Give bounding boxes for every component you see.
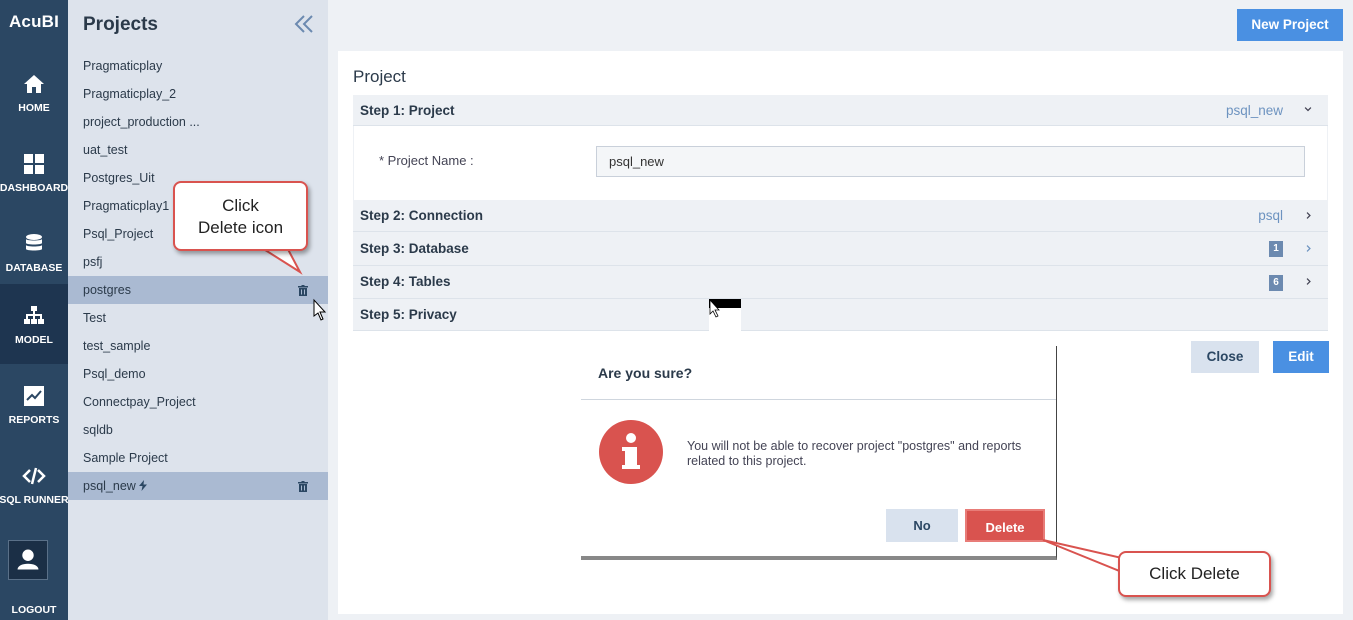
project-item[interactable]: Psql_demo (68, 360, 328, 388)
nav-home[interactable]: HOME (0, 52, 68, 132)
project-list: Pragmaticplay Pragmaticplay_2 project_pr… (68, 52, 328, 500)
dialog-title: Are you sure? (598, 365, 693, 381)
nav-database-label: DATABASE (5, 262, 63, 274)
app-logo[interactable]: AcuBI (0, 0, 68, 44)
trash-icon[interactable] (298, 285, 308, 296)
step-label: Step 5: Privacy (360, 307, 457, 322)
project-item-label: psql_new (83, 479, 136, 493)
callout-delete-icon: Click Delete icon (173, 181, 308, 251)
edit-button[interactable]: Edit (1273, 341, 1329, 373)
chevron-right-icon (1306, 278, 1311, 285)
nav-dashboard-label: DASHBOARD (0, 182, 69, 194)
project-item[interactable]: psfj (68, 248, 328, 276)
database-icon (26, 234, 42, 251)
card-title: Project (353, 67, 406, 86)
step-badge: 1 (1269, 241, 1283, 257)
project-item[interactable]: Pragmaticplay_2 (68, 80, 328, 108)
collapse-icon[interactable] (292, 12, 316, 36)
close-button[interactable]: Close (1191, 341, 1259, 373)
reports-icon (24, 386, 44, 406)
mouse-cursor-icon (709, 299, 741, 331)
confirm-dialog: Are you sure? You will not be able to re… (581, 346, 1057, 560)
step-label: Step 1: Project (360, 103, 455, 118)
project-item[interactable]: test_sample (68, 332, 328, 360)
bolt-icon (138, 480, 147, 491)
code-icon (22, 467, 46, 485)
nav-model[interactable]: MODEL (0, 284, 68, 364)
trash-icon[interactable] (298, 481, 308, 492)
project-item[interactable]: uat_test (68, 136, 328, 164)
project-name-input[interactable]: psql_new (596, 146, 1305, 177)
project-item[interactable]: sqldb (68, 416, 328, 444)
nav-model-label: MODEL (15, 334, 53, 346)
dialog-message: You will not be able to recover project … (687, 439, 1022, 468)
project-item-label: Psql_Project (83, 227, 154, 241)
project-item-label: project_production ... (83, 115, 200, 129)
home-icon (24, 75, 44, 93)
projects-panel: Projects Pragmaticplay Pragmaticplay_2 p… (68, 0, 328, 620)
project-item-label: Pragmaticplay (83, 59, 163, 73)
step-privacy[interactable]: Step 5: Privacy (353, 299, 1328, 331)
chevron-down-icon (1304, 107, 1312, 112)
nav-sql-runner-label: SQL RUNNER (0, 494, 69, 506)
nav-sql-runner[interactable]: SQL RUNNER (0, 444, 69, 524)
nav-database[interactable]: DATABASE (0, 212, 68, 292)
chevron-right-icon (1306, 245, 1311, 252)
nav-reports[interactable]: REPORTS (0, 364, 68, 444)
project-item-label: Connectpay_Project (83, 395, 196, 409)
project-item-postgres[interactable]: postgres (68, 276, 328, 304)
step-label: Step 3: Database (360, 241, 469, 256)
project-item-psql-new[interactable]: psql_new (68, 472, 328, 500)
avatar[interactable] (8, 540, 48, 580)
project-name-label: * Project Name : (379, 153, 474, 168)
dashboard-icon (24, 154, 44, 174)
project-item[interactable]: Sample Project (68, 444, 328, 472)
chevron-right-icon (1306, 212, 1311, 219)
project-item-label: psfj (83, 255, 103, 269)
new-project-button[interactable]: New Project (1237, 9, 1343, 41)
nav-logout[interactable]: LOGOUT (0, 532, 68, 620)
callout-text: Click Delete icon (197, 196, 284, 237)
projects-title: Projects (83, 14, 158, 35)
project-item-label: sqldb (83, 423, 113, 437)
left-nav: AcuBI HOME DASHBOARD DATABASE MODEL REPO… (0, 0, 69, 620)
dialog-divider (581, 399, 1056, 400)
project-item-label: uat_test (83, 143, 128, 157)
step-label: Step 2: Connection (360, 208, 484, 223)
project-item-label: Pragmaticplay_2 (83, 87, 177, 101)
model-icon (24, 306, 44, 324)
no-button[interactable]: No (886, 509, 958, 542)
project-item[interactable]: project_production ... (68, 108, 328, 136)
step-label: Step 4: Tables (360, 274, 451, 289)
nav-dashboard[interactable]: DASHBOARD (0, 132, 68, 212)
logout-label: LOGOUT (11, 604, 57, 616)
project-item-label: postgres (83, 283, 131, 297)
project-name-row: * Project Name : psql_new (353, 126, 1328, 200)
step-value: psql_new (1225, 103, 1283, 118)
step-value: psql (1258, 208, 1283, 223)
step-badge: 6 (1269, 275, 1283, 291)
step-database[interactable]: Step 3: Database 1 (353, 232, 1328, 266)
project-item-label: Postgres_Uit (83, 171, 155, 185)
user-icon (17, 549, 39, 570)
callout-delete-button: Click Delete (1118, 551, 1271, 597)
step-project[interactable]: Step 1: Project psql_new (353, 95, 1328, 126)
warning-icon (599, 420, 663, 484)
nav-reports-label: REPORTS (8, 414, 60, 426)
step-connection[interactable]: Step 2: Connection psql (353, 200, 1328, 232)
delete-button[interactable]: Delete (965, 509, 1045, 542)
project-item-label: test_sample (83, 339, 151, 353)
project-item[interactable]: Pragmaticplay (68, 52, 328, 80)
step-tables[interactable]: Step 4: Tables 6 (353, 266, 1328, 299)
project-item[interactable]: Test (68, 304, 328, 332)
project-item-label: Psql_demo (83, 367, 146, 381)
nav-home-label: HOME (18, 102, 50, 114)
project-item-label: Test (83, 311, 106, 325)
project-item[interactable]: Connectpay_Project (68, 388, 328, 416)
project-item-label: Pragmaticplay1 (83, 199, 170, 213)
project-item-label: Sample Project (83, 451, 168, 465)
callout-text: Click Delete (1149, 564, 1240, 583)
